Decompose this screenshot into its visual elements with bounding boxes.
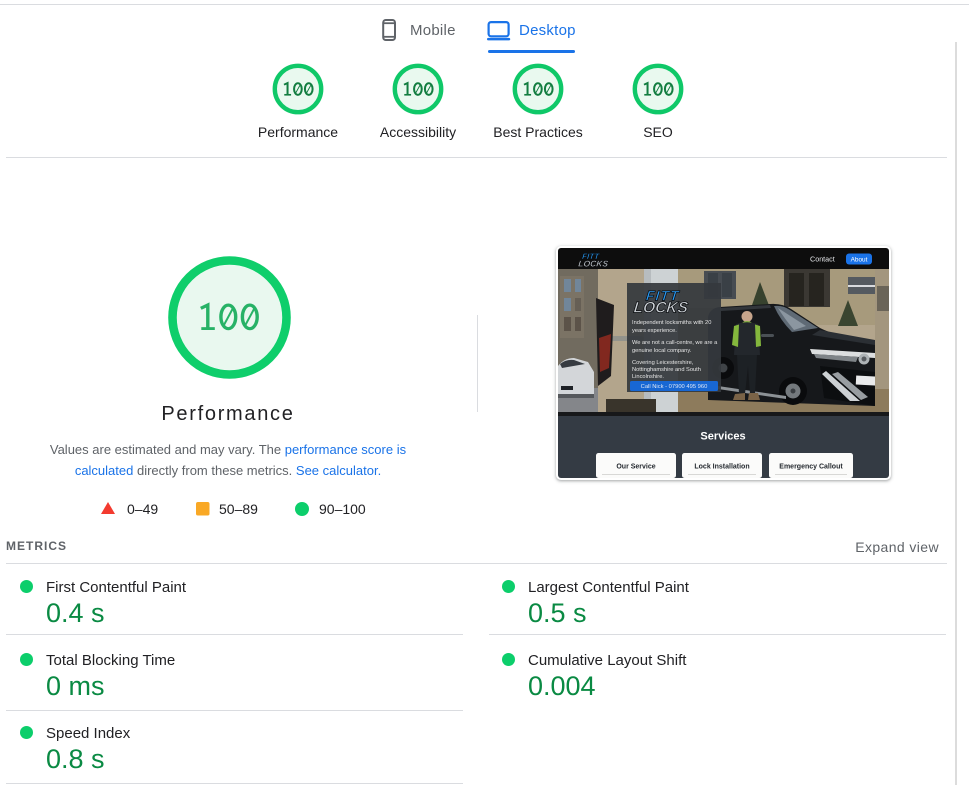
svg-text:Services: Services bbox=[700, 431, 745, 443]
svg-text:years experience.: years experience. bbox=[632, 328, 677, 334]
svg-text:Nottinghamshire and South: Nottinghamshire and South bbox=[632, 367, 701, 373]
svg-text:About: About bbox=[851, 256, 868, 263]
svg-text:genuine local company.: genuine local company. bbox=[632, 348, 692, 354]
svg-text:We are not a call-centre, we a: We are not a call-centre, we are a bbox=[632, 340, 718, 346]
svg-text:Lincolnshire.: Lincolnshire. bbox=[632, 374, 664, 380]
svg-text:Lock Installation: Lock Installation bbox=[694, 464, 749, 471]
svg-text:Our Service: Our Service bbox=[616, 464, 655, 471]
svg-text:Independent locksmiths with 20: Independent locksmiths with 20 bbox=[632, 320, 711, 326]
svg-text:LOCKS: LOCKS bbox=[633, 300, 690, 317]
svg-text:Contact: Contact bbox=[810, 255, 835, 264]
svg-text:Emergency Callout: Emergency Callout bbox=[779, 464, 843, 471]
svg-text:LOCKS: LOCKS bbox=[578, 259, 609, 269]
svg-text:Call Nick - 07900 495 960: Call Nick - 07900 495 960 bbox=[641, 384, 708, 390]
svg-text:Covering Leicestershire,: Covering Leicestershire, bbox=[632, 360, 694, 366]
